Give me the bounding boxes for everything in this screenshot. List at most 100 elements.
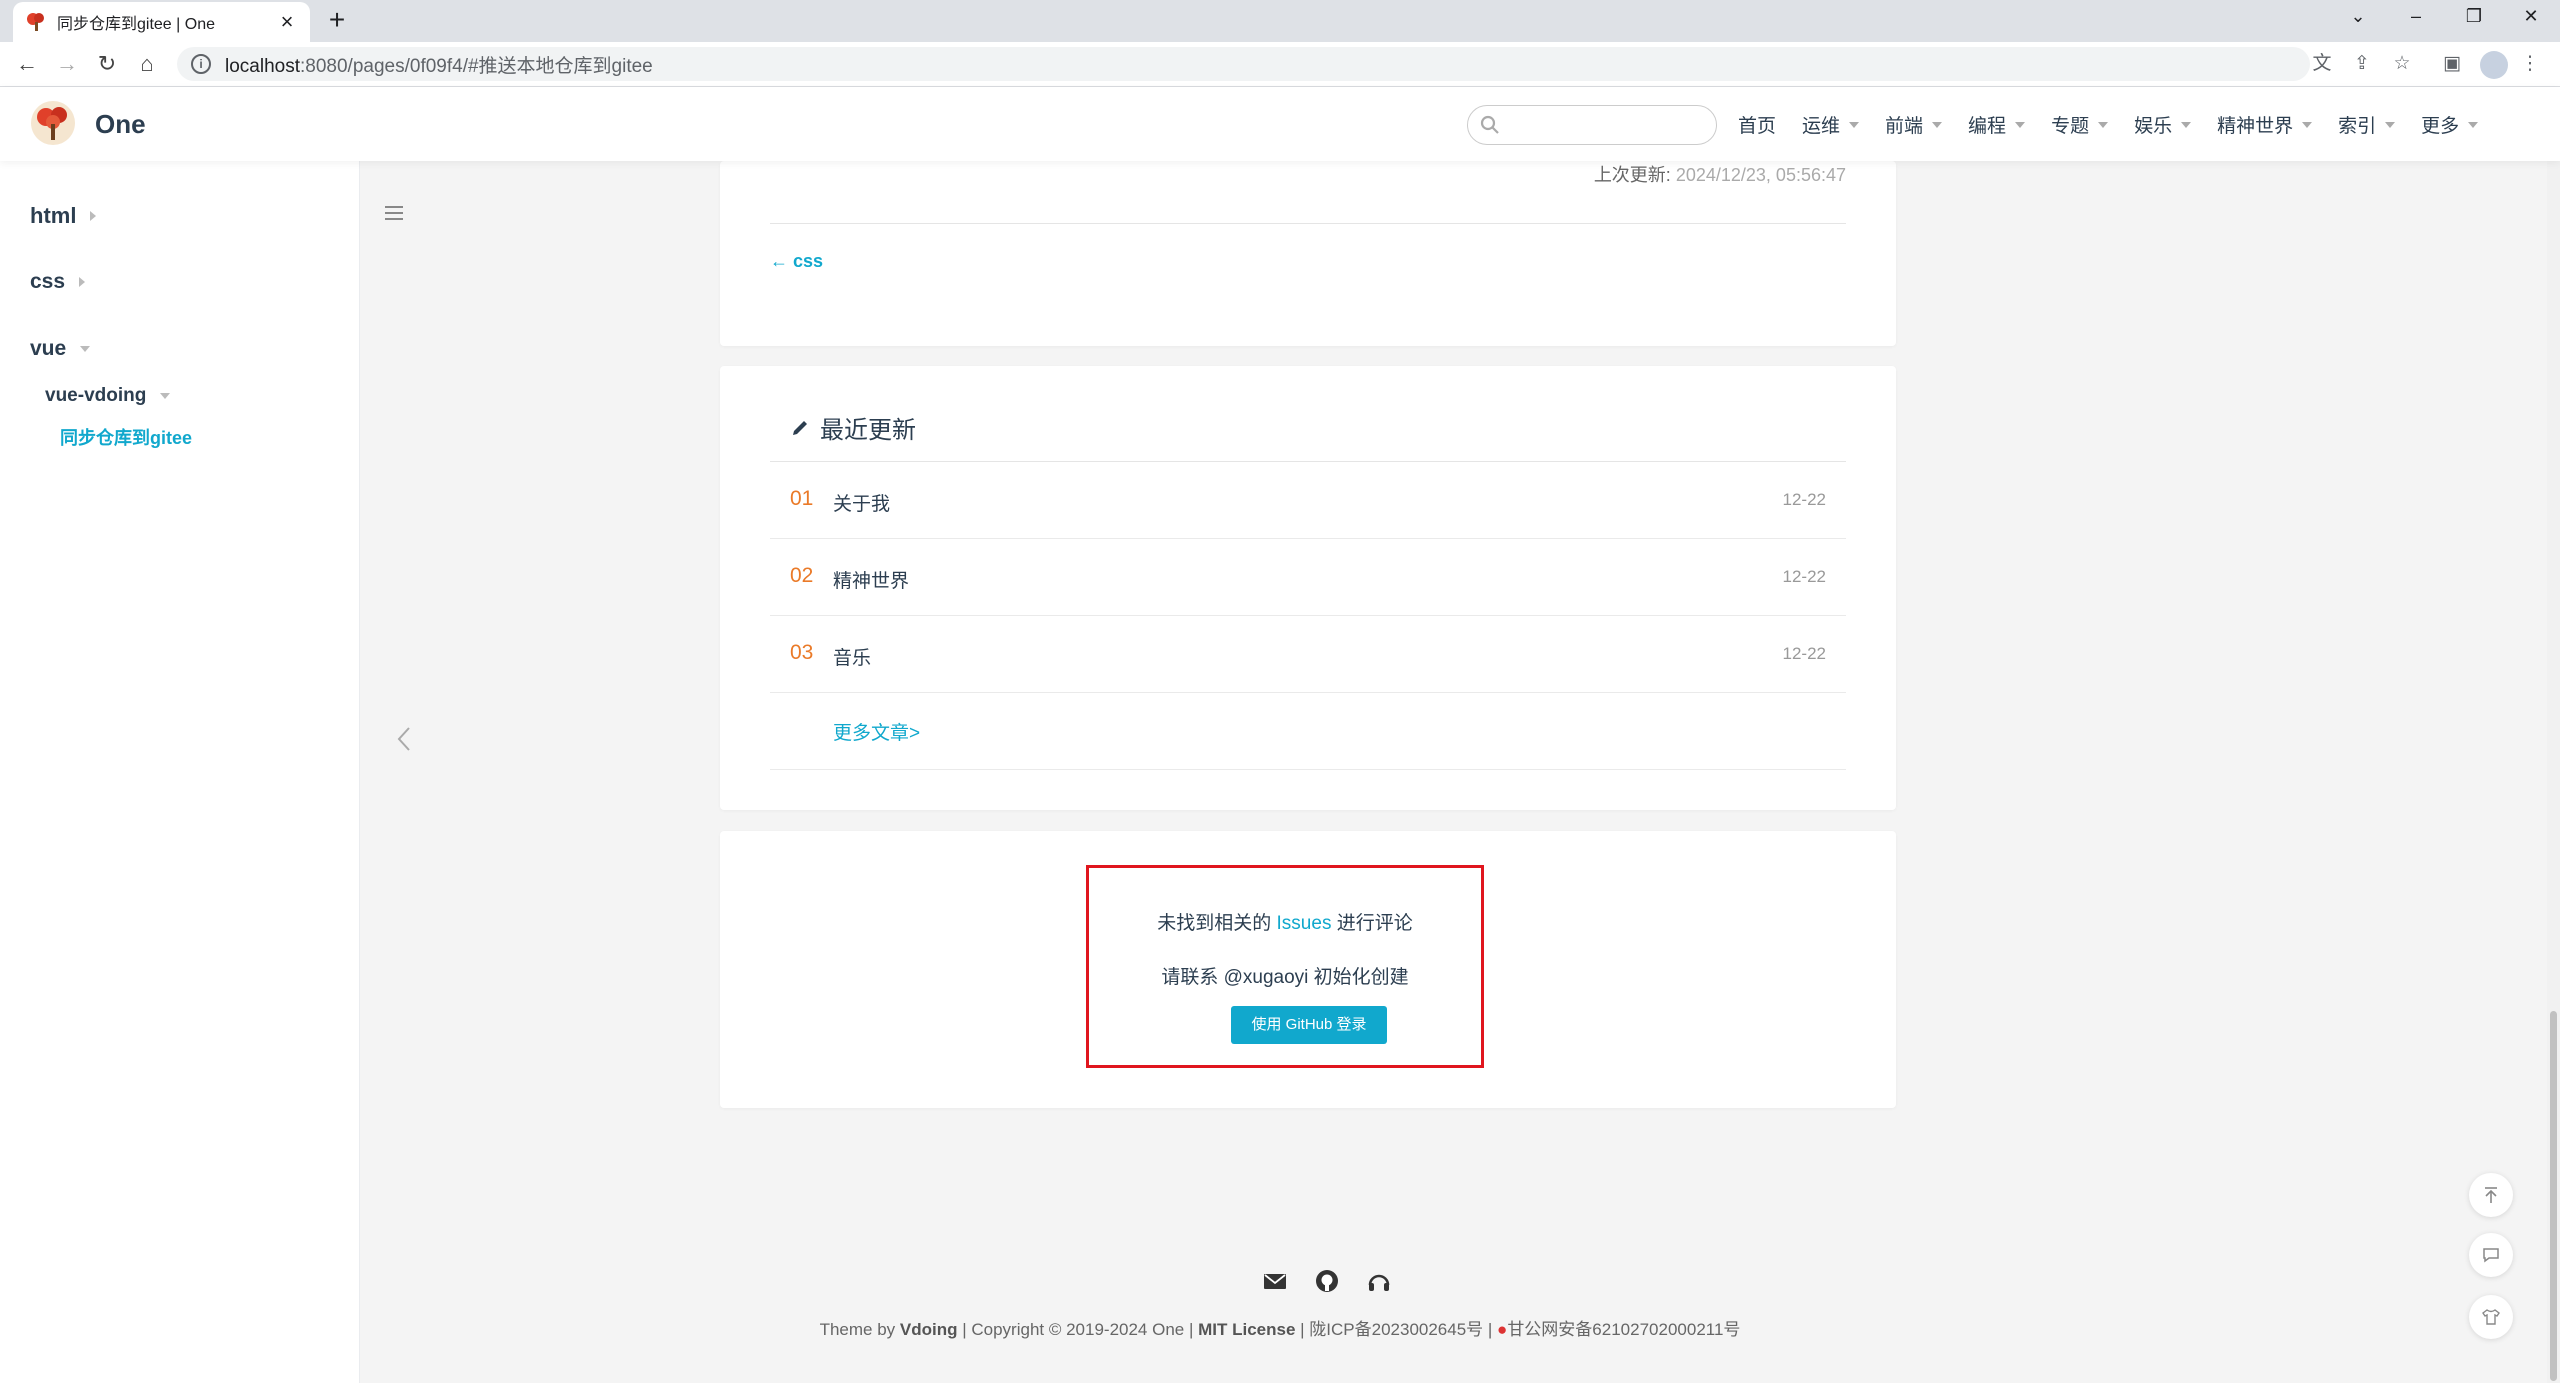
nav-programming[interactable]: 编程 xyxy=(1968,111,2026,138)
chevron-down-icon xyxy=(2098,121,2109,128)
new-tab-icon[interactable]: + xyxy=(325,4,349,36)
chat-icon xyxy=(2483,1248,2499,1263)
browser-tab[interactable]: 同步仓库到gitee | One × xyxy=(13,2,310,42)
site-name[interactable]: One xyxy=(95,109,146,140)
share-icon[interactable]: ⇪ xyxy=(2350,52,2374,76)
chevron-down-icon xyxy=(2181,121,2192,128)
site-favicon-icon xyxy=(27,13,44,31)
chevron-down-icon xyxy=(2015,121,2026,128)
theme-mode-button[interactable] xyxy=(2469,1295,2513,1339)
site-logo-icon[interactable] xyxy=(30,100,76,146)
tab-search-icon[interactable]: ⌄ xyxy=(2344,6,2372,27)
site-info-icon[interactable]: i xyxy=(191,54,211,74)
list-item[interactable]: 01 关于我 12-22 xyxy=(770,462,1846,539)
sidebar-item-active[interactable]: 同步仓库到gitee xyxy=(60,424,192,450)
back-icon[interactable]: ← xyxy=(14,51,40,77)
comments-card: 未找到相关的 Issues 进行评论 请联系 @xugaoyi 初始化创建 使用… xyxy=(720,831,1896,1108)
nav-entertainment[interactable]: 娱乐 xyxy=(2134,111,2192,138)
nav-ops[interactable]: 运维 xyxy=(1802,111,1860,138)
forward-icon[interactable]: → xyxy=(54,51,80,77)
police-badge-icon: ● xyxy=(1497,1320,1508,1339)
list-item[interactable]: 03 音乐 12-22 xyxy=(770,616,1846,693)
home-icon[interactable]: ⌂ xyxy=(134,51,160,77)
nav-links: 首页 运维 前端 编程 专题 娱乐 精神世界 索引 更多 xyxy=(1738,111,2504,138)
search-input[interactable] xyxy=(1467,105,1717,145)
item-number: 03 xyxy=(790,641,814,664)
minimize-icon[interactable]: – xyxy=(2402,6,2430,27)
item-title[interactable]: 精神世界 xyxy=(833,566,909,593)
back-to-top-button[interactable] xyxy=(2469,1173,2513,1217)
chevron-down-icon xyxy=(2302,121,2313,128)
chevron-down-icon xyxy=(2468,121,2479,128)
prev-page-link[interactable]: ← css xyxy=(770,251,823,272)
issues-link[interactable]: Issues xyxy=(1277,913,1332,934)
bookmark-star-icon[interactable]: ☆ xyxy=(2390,52,2414,76)
item-date: 12-22 xyxy=(1782,644,1826,663)
police-link[interactable]: 甘公网安备62102702000211号 xyxy=(1507,1320,1740,1339)
chevron-left-icon[interactable] xyxy=(396,725,412,753)
item-number: 02 xyxy=(790,564,814,587)
item-date: 12-22 xyxy=(1782,567,1826,586)
github-icon[interactable] xyxy=(1314,1268,1340,1294)
issues-highlight-box: 未找到相关的 Issues 进行评论 请联系 @xugaoyi 初始化创建 使用… xyxy=(1086,865,1484,1068)
list-item[interactable]: 02 精神世界 12-22 xyxy=(770,539,1846,616)
shirt-icon xyxy=(2482,1309,2500,1325)
chevron-right-icon xyxy=(90,211,97,221)
tab-title: 同步仓库到gitee | One xyxy=(57,16,215,33)
chevron-down-icon xyxy=(1932,121,1943,128)
recent-updates-title: 最近更新 xyxy=(790,410,916,445)
browser-tabbar: 同步仓库到gitee | One × + ⌄ – ❐ ✕ xyxy=(0,0,2560,42)
pencil-icon xyxy=(793,420,807,435)
mail-icon[interactable] xyxy=(1262,1268,1288,1294)
nav-spirit[interactable]: 精神世界 xyxy=(2217,111,2313,138)
chevron-down-icon xyxy=(1849,121,1860,128)
divider xyxy=(770,223,1846,224)
sidebar-group-css[interactable]: css xyxy=(30,270,86,294)
github-login-button[interactable]: 使用 GitHub 登录 xyxy=(1231,1006,1387,1044)
translate-icon[interactable]: 文 xyxy=(2310,52,2334,76)
restore-icon[interactable]: ❐ xyxy=(2460,6,2488,27)
vdoing-link[interactable]: Vdoing xyxy=(900,1320,958,1339)
license-link[interactable]: MIT License xyxy=(1198,1320,1295,1339)
item-title[interactable]: 关于我 xyxy=(833,489,890,516)
footer-copyright: Theme by Vdoing | Copyright © 2019-2024 … xyxy=(819,1320,1741,1339)
recent-updates-card: 最近更新 01 关于我 12-22 02 精神世界 12-22 03 音乐 12… xyxy=(720,366,1896,810)
reload-icon[interactable]: ↻ xyxy=(94,51,120,77)
browser-menu-icon[interactable]: ⋮ xyxy=(2518,52,2542,76)
chevron-down-icon xyxy=(160,393,171,399)
contact-message: 请联系 @xugaoyi 初始化创建 xyxy=(1161,967,1409,988)
sidebar-group-html[interactable]: html xyxy=(30,203,97,229)
sidebar-group-vue[interactable]: vue xyxy=(30,337,91,361)
search-icon xyxy=(1480,115,1499,134)
article-footer-card: 上次更新: 2024/12/23, 05:56:47 ← css xyxy=(720,161,1896,346)
comments-button[interactable] xyxy=(2469,1233,2513,1277)
item-title[interactable]: 音乐 xyxy=(833,643,871,670)
side-panel-icon[interactable]: ▣ xyxy=(2440,52,2464,76)
nav-home[interactable]: 首页 xyxy=(1738,111,1776,138)
last-updated: 上次更新: 2024/12/23, 05:56:47 xyxy=(1593,165,1846,185)
nav-index[interactable]: 索引 xyxy=(2338,111,2396,138)
chevron-down-icon xyxy=(80,346,91,352)
sidebar: html css vue vue-vdoing 同步仓库到gitee xyxy=(0,161,360,1383)
issues-message: 未找到相关的 Issues 进行评论 xyxy=(1157,913,1413,934)
icp-link[interactable]: | 陇ICP备2023002645号 | xyxy=(1295,1320,1497,1339)
sidebar-subgroup-vue-vdoing[interactable]: vue-vdoing xyxy=(45,385,171,407)
item-number: 01 xyxy=(790,487,814,510)
more-articles-link[interactable]: 更多文章> xyxy=(833,718,920,745)
close-tab-icon[interactable]: × xyxy=(276,9,298,35)
site-navbar: One 首页 运维 前端 编程 专题 娱乐 精神世界 索引 更多 xyxy=(0,87,2560,161)
menu-toggle-icon[interactable] xyxy=(385,205,405,221)
chevron-down-icon xyxy=(2385,121,2396,128)
address-bar[interactable]: i localhost:8080/pages/0f09f4/#推送本地仓库到gi… xyxy=(177,47,2310,81)
nav-topics[interactable]: 专题 xyxy=(2051,111,2109,138)
scrollbar-thumb[interactable] xyxy=(2550,1011,2557,1381)
url-text: localhost:8080/pages/0f09f4/#推送本地仓库到gite… xyxy=(225,55,653,77)
headphones-icon[interactable] xyxy=(1366,1268,1392,1294)
window-close-icon[interactable]: ✕ xyxy=(2517,6,2545,27)
profile-avatar-icon[interactable] xyxy=(2480,51,2508,79)
page-scrollbar[interactable] xyxy=(2547,161,2560,1383)
nav-frontend[interactable]: 前端 xyxy=(1885,111,1943,138)
item-date: 12-22 xyxy=(1782,490,1826,509)
arrow-up-icon xyxy=(2485,1187,2497,1203)
nav-more[interactable]: 更多 xyxy=(2421,111,2479,138)
